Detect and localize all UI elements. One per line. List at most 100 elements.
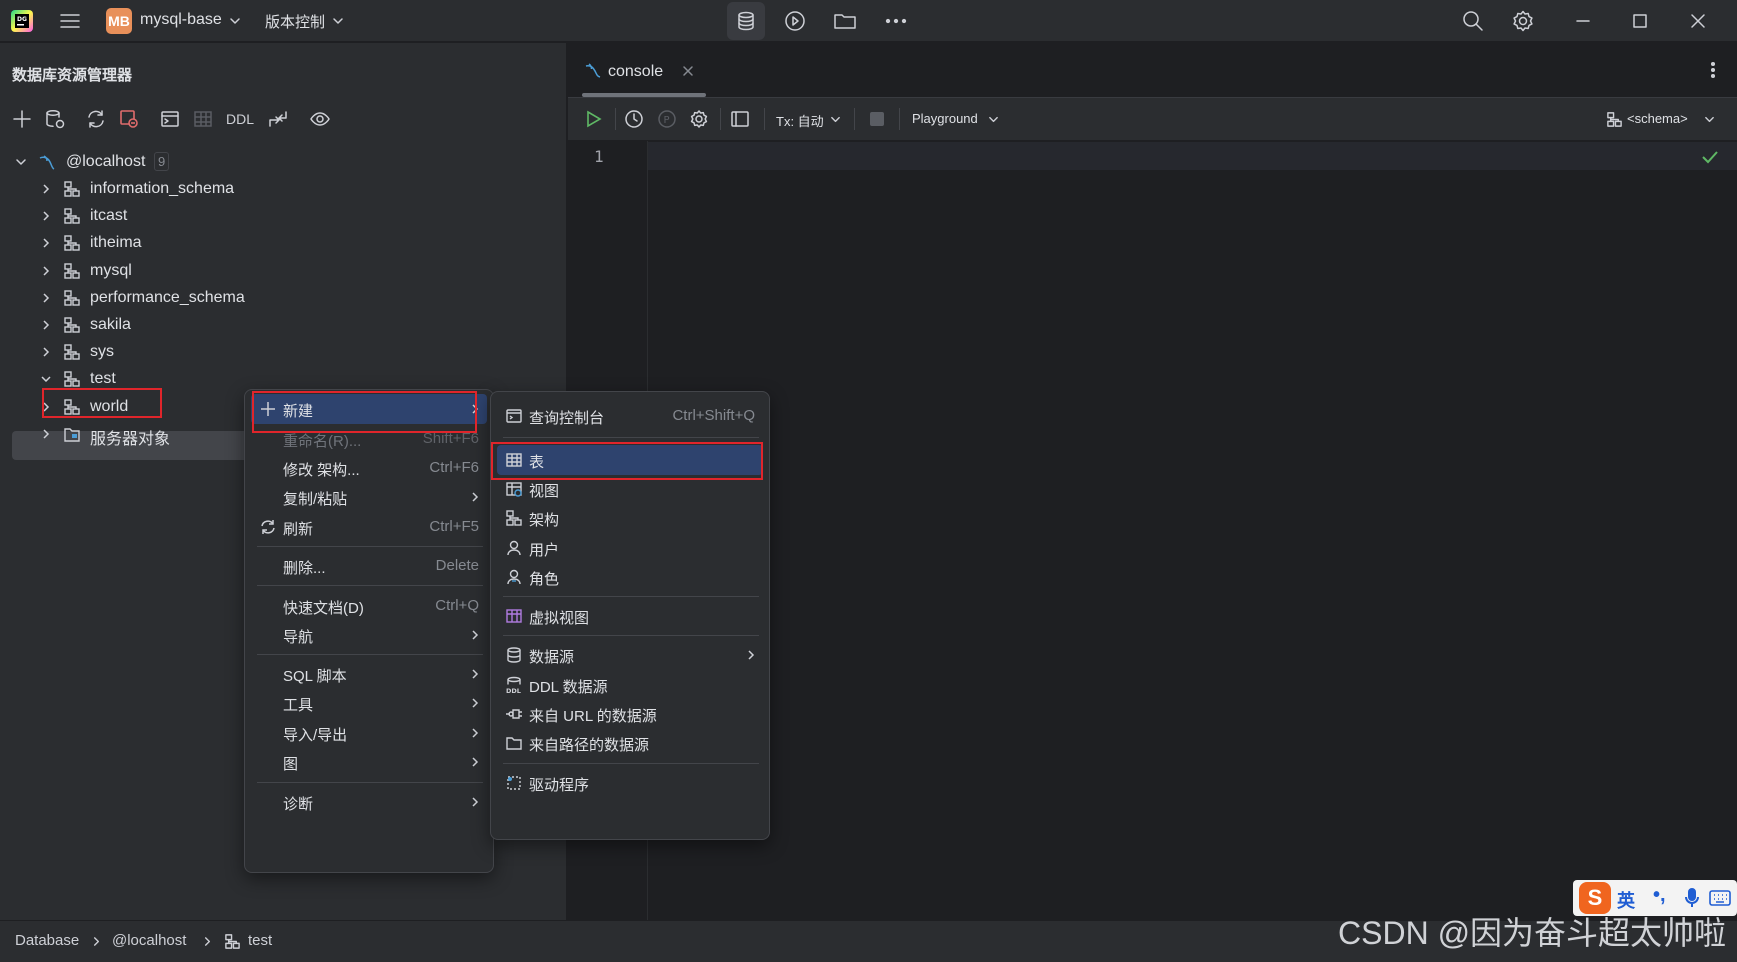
chevron-right-icon[interactable] — [40, 265, 52, 277]
shortcut-hint: Delete — [435, 557, 479, 574]
menu-item-quick-doc[interactable]: 快速文档(D) Ctrl+Q — [251, 591, 487, 621]
chevron-right-icon[interactable] — [40, 292, 52, 304]
stop-icon[interactable] — [867, 109, 887, 129]
ime-language[interactable]: 英 — [1617, 887, 1635, 913]
keyboard-icon[interactable] — [1709, 889, 1731, 907]
submenu-item-data-source-from-url[interactable]: 来自 URL 的数据源 — [497, 699, 763, 729]
menu-item-label: 来自路径的数据源 — [529, 737, 650, 754]
tab-console[interactable]: console — [582, 43, 708, 98]
chevron-down-icon[interactable] — [229, 15, 241, 27]
svg-text:DG: DG — [17, 16, 27, 23]
editor-tab-bar: console — [568, 43, 1737, 98]
menu-item-navigate[interactable]: 导航 — [251, 620, 487, 650]
chevron-down-icon[interactable] — [1704, 114, 1715, 125]
project-badge[interactable]: MB — [106, 8, 132, 34]
tree-node-sys[interactable]: sys — [0, 337, 567, 367]
ime-toolbar[interactable]: S 英 •, — [1573, 880, 1737, 916]
disconnect-icon[interactable] — [118, 108, 140, 130]
separator — [764, 108, 765, 130]
chevron-right-icon[interactable] — [40, 346, 52, 358]
separator — [854, 108, 855, 130]
submenu-item-schema[interactable]: 架构 — [497, 503, 763, 533]
close-icon[interactable] — [1686, 9, 1710, 33]
chevron-right-icon[interactable] — [40, 237, 52, 249]
chevron-right-icon[interactable] — [40, 319, 52, 331]
microphone-icon[interactable] — [1683, 888, 1701, 908]
chevron-down-icon[interactable] — [332, 15, 344, 27]
output-panel-icon[interactable] — [730, 109, 750, 129]
pin-icon[interactable]: P — [657, 109, 677, 129]
submenu-item-role[interactable]: 角色 — [497, 562, 763, 592]
chevron-down-icon[interactable] — [40, 373, 52, 385]
separator — [899, 108, 900, 130]
current-line-highlight[interactable] — [648, 142, 1737, 170]
menu-item-sql-scripts[interactable]: SQL 脚本 — [251, 659, 487, 689]
menu-item-diagnostics[interactable]: 诊断 — [251, 787, 487, 817]
submenu-item-data-source[interactable]: 数据源 — [497, 640, 763, 670]
chevron-right-icon[interactable] — [40, 183, 52, 195]
schema-selector[interactable]: <schema> — [1627, 111, 1688, 126]
search-icon[interactable] — [1461, 9, 1485, 33]
tree-label: sakila — [90, 316, 131, 333]
tree-node-mysql[interactable]: mysql — [0, 256, 567, 286]
jump-to-console-icon[interactable] — [159, 108, 181, 130]
add-icon[interactable] — [11, 108, 33, 130]
breadcrumb-database[interactable]: Database — [15, 932, 79, 949]
menu-item-copy-paste[interactable]: 复制/粘贴 — [251, 482, 487, 512]
maximize-icon[interactable] — [1628, 9, 1652, 33]
history-clock-icon[interactable] — [624, 109, 644, 129]
view-options-icon[interactable] — [309, 108, 331, 130]
menu-item-diagrams[interactable]: 图 — [251, 747, 487, 777]
menu-item-delete[interactable]: 删除... Delete — [251, 551, 487, 581]
more-vertical-icon[interactable] — [1704, 61, 1722, 79]
menu-item-tools[interactable]: 工具 — [251, 688, 487, 718]
breadcrumb-localhost[interactable]: @localhost — [112, 932, 186, 949]
menu-item-refresh[interactable]: 刷新 Ctrl+F5 — [251, 512, 487, 542]
submenu-item-driver[interactable]: 驱动程序 — [497, 768, 763, 798]
tree-node-itcast[interactable]: itcast — [0, 201, 567, 231]
ime-punctuation[interactable]: •, — [1653, 884, 1666, 907]
gear-icon[interactable] — [1511, 9, 1535, 33]
folder-icon[interactable] — [832, 9, 858, 33]
chevron-right-icon — [469, 668, 481, 680]
panel-title: 数据库资源管理器 — [12, 67, 133, 84]
submenu-item-user[interactable]: 用户 — [497, 533, 763, 563]
transaction-mode-dropdown[interactable]: Tx: 自动 — [776, 111, 824, 130]
database-tool-icon[interactable] — [727, 2, 765, 40]
playground-dropdown[interactable]: Playground — [912, 111, 978, 126]
hamburger-menu-icon[interactable] — [57, 9, 83, 33]
collapse-arrows-icon[interactable] — [267, 108, 289, 130]
ddl-button[interactable]: DDL — [226, 111, 254, 127]
run-icon[interactable] — [583, 109, 603, 129]
submenu-item-virtual-view[interactable]: 虚拟视图 — [497, 601, 763, 631]
gear-icon[interactable] — [689, 109, 709, 129]
tree-node-itheima[interactable]: itheima — [0, 228, 567, 258]
refresh-icon[interactable] — [85, 108, 107, 130]
chevron-right-icon[interactable] — [40, 428, 52, 440]
tree-node-sakila[interactable]: sakila — [0, 310, 567, 340]
submenu-item-query-console[interactable]: 查询控制台 Ctrl+Shift+Q — [497, 401, 763, 431]
minimize-icon[interactable] — [1571, 9, 1595, 33]
tree-node-localhost[interactable]: @localhost 9 — [0, 147, 567, 177]
sogou-logo-icon[interactable]: S — [1579, 882, 1611, 914]
submenu-item-ddl-data-source[interactable]: DDL DDL 数据源 — [497, 670, 763, 700]
table-icon[interactable] — [192, 108, 214, 130]
more-horizontal-icon[interactable] — [883, 9, 909, 33]
chevron-down-icon[interactable] — [988, 114, 999, 125]
project-name[interactable]: mysql-base — [140, 11, 222, 29]
services-icon[interactable] — [782, 9, 808, 33]
data-source-properties-icon[interactable] — [44, 108, 66, 130]
chevron-down-icon[interactable] — [15, 156, 27, 168]
tree-node-performance-schema[interactable]: performance_schema — [0, 283, 567, 313]
close-tab-icon[interactable] — [682, 65, 694, 77]
menu-item-modify-schema[interactable]: 修改 架构... Ctrl+F6 — [251, 453, 487, 483]
tree-node-information-schema[interactable]: information_schema — [0, 174, 567, 204]
breadcrumb-test[interactable]: test — [248, 932, 272, 949]
menu-item-import-export[interactable]: 导入/导出 — [251, 718, 487, 748]
chevron-down-icon[interactable] — [830, 114, 841, 125]
chevron-right-icon[interactable] — [40, 210, 52, 222]
vcs-menu[interactable]: 版本控制 — [265, 11, 325, 32]
chevron-right-icon — [469, 796, 481, 808]
submenu-item-data-source-from-path[interactable]: 来自路径的数据源 — [497, 728, 763, 758]
console-icon — [584, 62, 602, 80]
